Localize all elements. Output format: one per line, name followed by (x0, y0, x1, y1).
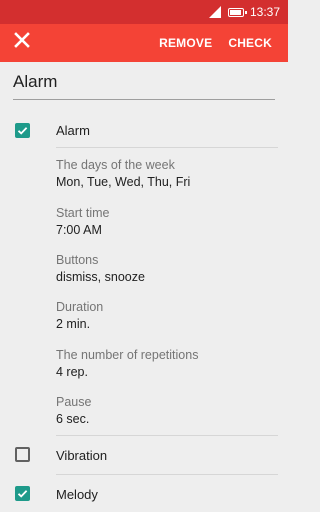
setting-label: Buttons (56, 253, 99, 267)
alarm-label: Alarm (56, 123, 90, 138)
check-button[interactable]: CHECK (220, 36, 280, 50)
check-icon (17, 127, 28, 135)
divider (56, 474, 278, 475)
alarm-checkbox[interactable] (15, 123, 30, 138)
close-icon (14, 31, 30, 53)
setting-label: Pause (56, 395, 92, 409)
vibration-checkbox[interactable] (15, 447, 30, 462)
app-bar-actions: REMOVE CHECK (151, 24, 280, 62)
divider (56, 435, 278, 436)
setting-value: 7:00 AM (56, 223, 102, 237)
remove-button[interactable]: REMOVE (151, 36, 220, 50)
setting-label: The number of repetitions (56, 348, 199, 362)
setting-duration[interactable]: Duration 2 min. (56, 299, 276, 332)
vibration-row[interactable]: Vibration (0, 437, 288, 473)
setting-value: 4 rep. (56, 365, 88, 379)
setting-buttons[interactable]: Buttons dismiss, snooze (56, 252, 276, 285)
status-bar: 13:37 (0, 0, 288, 24)
divider (56, 147, 278, 148)
setting-pause[interactable]: Pause 6 sec. (56, 394, 276, 427)
title-field-container: Alarm (13, 70, 275, 100)
signal-icon (208, 5, 222, 19)
setting-value: Mon, Tue, Wed, Thu, Fri (56, 175, 191, 189)
setting-label: Duration (56, 300, 104, 314)
close-button[interactable] (8, 28, 36, 56)
clock: 13:37 (249, 5, 280, 19)
vibration-label: Vibration (56, 448, 108, 463)
setting-start-time[interactable]: Start time 7:00 AM (56, 205, 276, 238)
setting-value: 2 min. (56, 317, 91, 331)
setting-value: 6 sec. (56, 412, 90, 426)
melody-row[interactable]: Melody (0, 476, 288, 512)
title-input[interactable]: Alarm (13, 70, 275, 100)
setting-label: Start time (56, 206, 110, 220)
setting-value: dismiss, snooze (56, 270, 145, 284)
app-bar: REMOVE CHECK (0, 24, 288, 62)
alarm-row[interactable]: Alarm (0, 115, 288, 147)
setting-label: The days of the week (56, 158, 175, 172)
check-icon (17, 490, 28, 498)
battery-icon (227, 7, 247, 17)
setting-repetitions[interactable]: The number of repetitions 4 rep. (56, 347, 276, 380)
setting-days-of-week[interactable]: The days of the week Mon, Tue, Wed, Thu,… (56, 157, 276, 190)
status-icons: 13:37 (208, 5, 280, 19)
melody-checkbox[interactable] (15, 486, 30, 501)
melody-label: Melody (56, 487, 98, 502)
